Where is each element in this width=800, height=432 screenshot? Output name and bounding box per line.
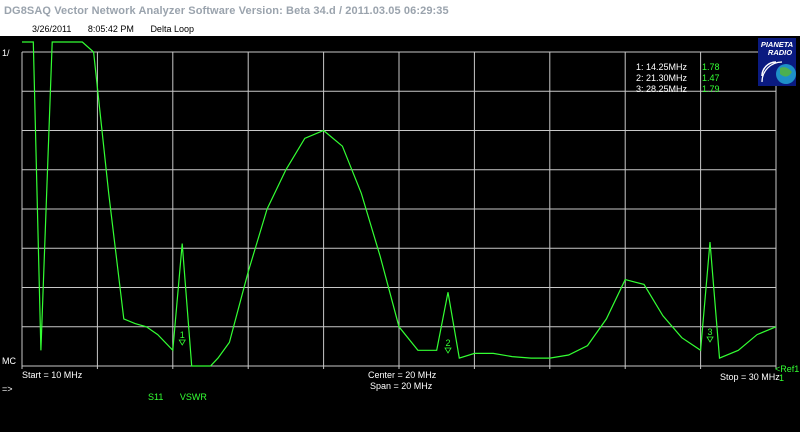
info-description: Delta Loop [150, 24, 194, 34]
info-date: 3/26/2011 [32, 24, 72, 34]
axis-top-label: 1/ [2, 48, 10, 58]
trace-info: S11 VSWR [148, 392, 221, 402]
trace-format[interactable]: VSWR [180, 392, 207, 402]
window-title: DG8SAQ Vector Network Analyzer Software … [0, 0, 800, 22]
marker-readout: 1: 14.25MHz 1.78 2: 21.30MHz 1.47 3: 28.25MH… [636, 62, 720, 95]
marker-label: 1: 14.25MHz [636, 62, 688, 72]
marker-value: 1.47 [702, 73, 720, 83]
info-time: 8:05:42 PM [87, 24, 134, 34]
center-frequency: Center = 20 MHz [368, 370, 437, 380]
marker-row: 1: 14.25MHz 1.78 [636, 62, 720, 73]
marker-tag: 1 [180, 330, 185, 340]
plot-grid [21, 51, 777, 369]
start-frequency: Start = 10 MHz [22, 370, 83, 380]
marker-tag: 2 [446, 338, 451, 348]
span-frequency: Span = 20 MHz [370, 381, 433, 391]
axis-bottom-label: MC [2, 356, 16, 366]
marker-row: 2: 21.30MHz 1.47 [636, 73, 720, 84]
marker-label: 2: 21.30MHz [636, 73, 688, 83]
marker-row: 3: 28.25MHz 1.79 [636, 84, 720, 95]
info-bar: 3/26/2011 8:05:42 PM Delta Loop [0, 22, 800, 36]
marker-tags: 1 2 3 [178, 327, 714, 354]
marker-value: 1.78 [702, 62, 720, 72]
marker-tag: 3 [708, 327, 713, 337]
marker-value: 1.79 [702, 84, 720, 94]
ref-marker-sub: 1 [779, 373, 785, 383]
stop-frequency: Stop = 30 MHz [720, 372, 780, 382]
marker-label: 3: 28.25MHz [636, 84, 688, 94]
marker-triangle-icon [706, 336, 714, 343]
marker-triangle-icon [178, 339, 186, 346]
nav-arrow[interactable]: => [2, 384, 13, 394]
trace-parameter[interactable]: S11 [148, 392, 163, 402]
marker-triangle-icon [444, 347, 452, 354]
logo-text-2: RADIO [768, 48, 792, 57]
pianeta-radio-logo: PIANETA RADIO [758, 38, 796, 86]
